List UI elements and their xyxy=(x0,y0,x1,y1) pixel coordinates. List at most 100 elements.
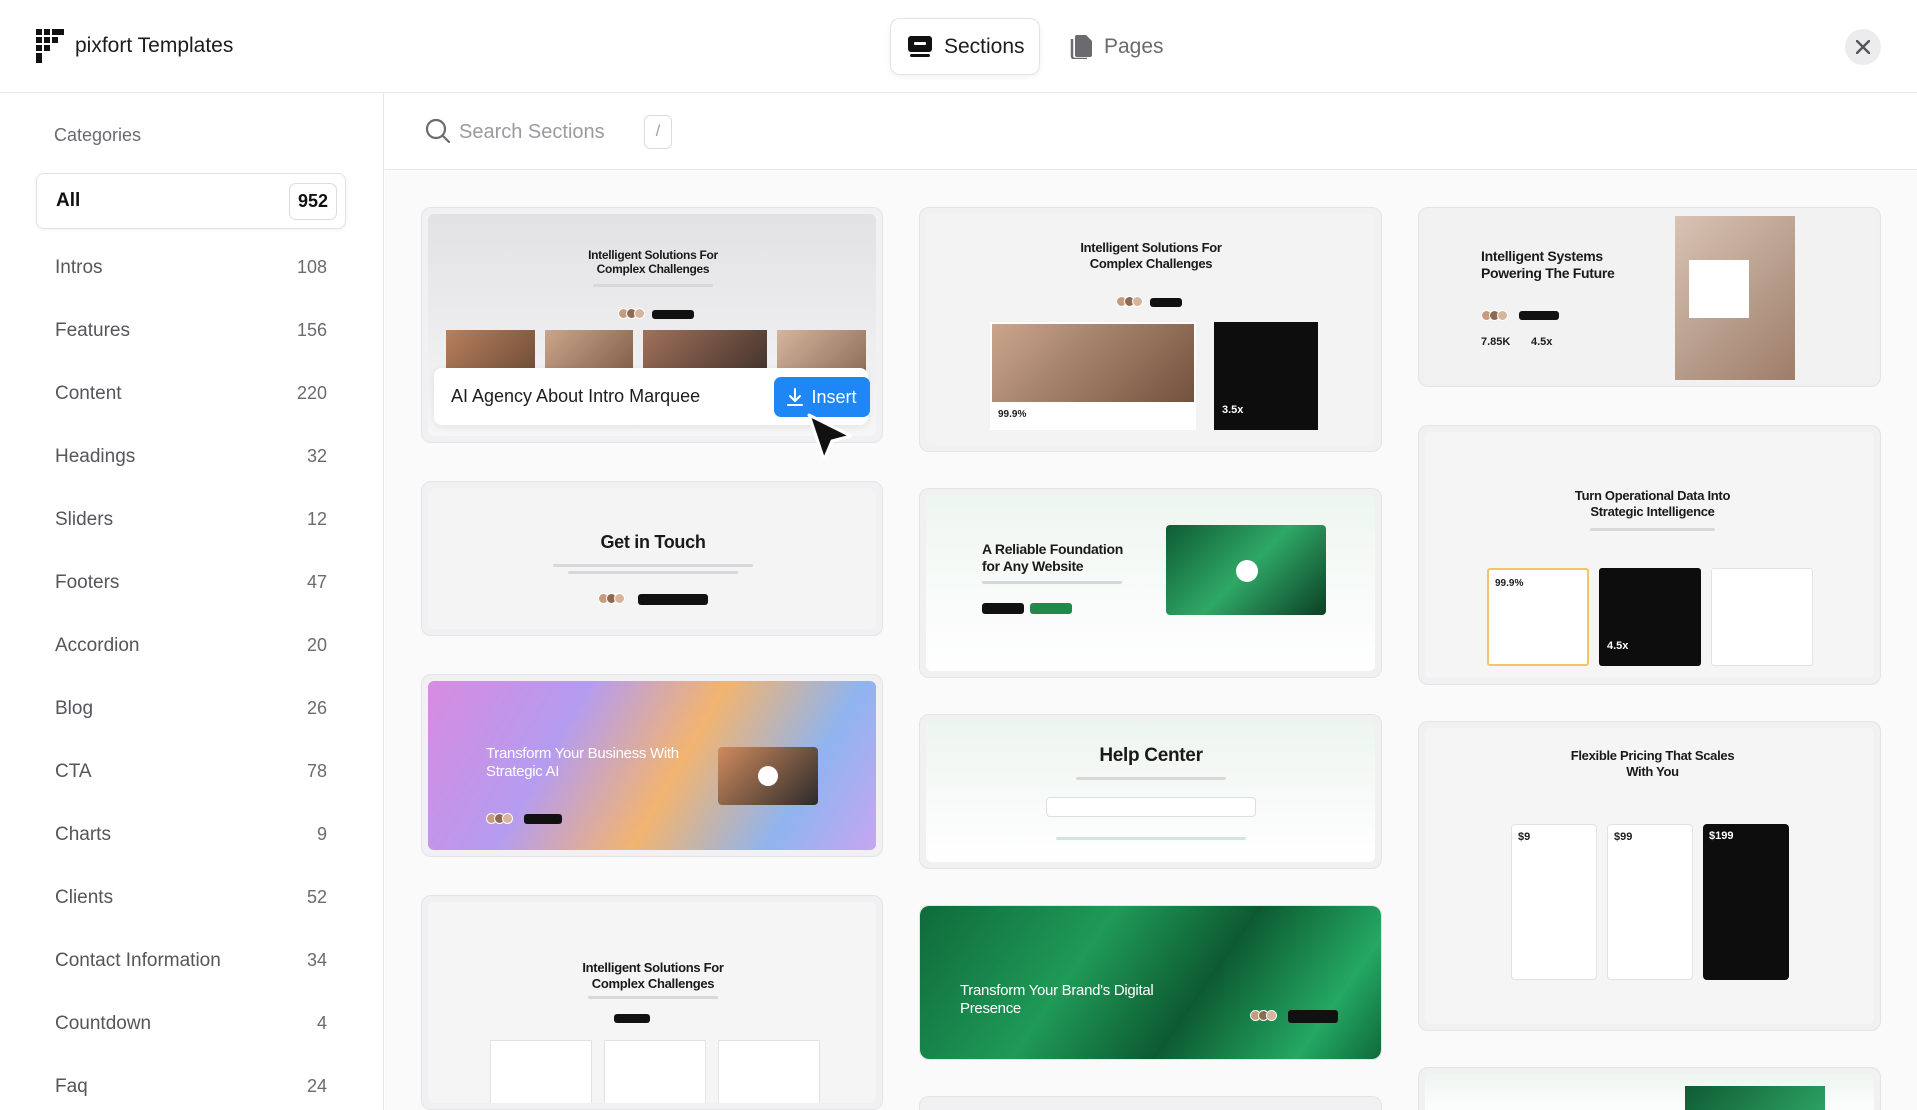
download-icon xyxy=(787,388,804,406)
search-shortcut-key: / xyxy=(644,115,672,149)
thumbnail-button xyxy=(638,594,708,605)
category-label: Headings xyxy=(55,445,136,467)
stat-value: 7.85K xyxy=(1481,336,1511,348)
thumbnail-title: Help Center xyxy=(1099,745,1203,766)
template-card-partial[interactable] xyxy=(919,1096,1382,1110)
top-header: pixfort Templates Sections Pages xyxy=(0,0,1917,93)
template-thumbnail: Transform Your Brand's Digital Presence xyxy=(920,906,1381,1059)
template-thumbnail: A Reliable Foundation for Any Website xyxy=(926,495,1375,671)
thumbnail-button xyxy=(524,814,562,824)
insert-button[interactable]: Insert xyxy=(774,377,870,417)
card-row xyxy=(490,1040,820,1103)
brand-name: pixfort Templates xyxy=(75,34,234,57)
play-icon xyxy=(758,766,778,786)
close-button[interactable] xyxy=(1845,29,1881,65)
category-item-footers[interactable]: Footers 47 xyxy=(36,551,346,614)
video-thumbnail xyxy=(1166,525,1326,615)
thumbnail-text xyxy=(568,571,738,574)
thumbnail-title: Transform Your Brand's Digital Presence xyxy=(960,982,1154,1017)
price-value: $199 xyxy=(1709,830,1734,842)
template-card-transform-brand[interactable]: Transform Your Brand's Digital Presence xyxy=(919,905,1382,1060)
thumbnail-button xyxy=(1288,1010,1338,1023)
template-card-get-in-touch[interactable]: Get in Touch xyxy=(421,481,883,636)
category-item-blog[interactable]: Blog 26 xyxy=(36,677,346,740)
thumbnail-title: Transform Your Business With Strategic A… xyxy=(486,745,679,780)
pixfort-logo-icon xyxy=(36,29,64,63)
template-card-reliable-foundation[interactable]: A Reliable Foundation for Any Website xyxy=(919,488,1382,678)
category-count: 9 xyxy=(316,824,327,844)
category-count: 4 xyxy=(316,1013,327,1033)
category-item-intros[interactable]: Intros 108 xyxy=(36,236,346,299)
template-name: AI Agency About Intro Marquee xyxy=(451,386,701,406)
search-bar: / xyxy=(385,94,1917,170)
category-item-all[interactable]: All 952 xyxy=(36,173,346,229)
category-count: 26 xyxy=(306,698,327,718)
categories-title: Categories xyxy=(54,125,142,145)
category-label: Features xyxy=(55,319,130,341)
category-label: Content xyxy=(55,382,122,404)
category-count: 24 xyxy=(306,1076,327,1096)
insert-label: Insert xyxy=(811,386,857,407)
thumbnail-title: Intelligent Solutions For Complex Challe… xyxy=(582,960,724,991)
thumbnail-text xyxy=(588,996,718,999)
category-label: Clients xyxy=(55,886,114,908)
category-list: All 952 Intros 108 Features 156 Content … xyxy=(36,173,346,1110)
template-card-intelligent-solutions-stats[interactable]: Intelligent Solutions For Complex Challe… xyxy=(919,207,1382,452)
template-card-ai-agency-about-intro-marquee[interactable]: Intelligent Solutions For Complex Challe… xyxy=(421,207,883,443)
thumbnail-text xyxy=(553,564,753,567)
template-card-help-center[interactable]: Help Center xyxy=(919,714,1382,869)
thumbnail-button xyxy=(1030,603,1072,614)
template-card-intelligent-solutions-cards[interactable]: Intelligent Solutions For Complex Challe… xyxy=(421,895,883,1110)
pricing-card: $99 xyxy=(1607,824,1693,980)
category-item-accordion[interactable]: Accordion 20 xyxy=(36,614,346,677)
price-value: $9 xyxy=(1518,831,1531,843)
category-count: 34 xyxy=(306,950,327,970)
stat-card xyxy=(1711,568,1813,666)
category-item-cta[interactable]: CTA 78 xyxy=(36,740,346,803)
video-thumbnail xyxy=(1685,1086,1825,1110)
category-count: 32 xyxy=(306,446,327,466)
thumbnail-title: Intelligent Solutions For Complex Challe… xyxy=(1080,240,1222,271)
category-count: 108 xyxy=(296,257,327,277)
tab-pages[interactable]: Pages xyxy=(1070,18,1180,75)
category-count: 52 xyxy=(306,887,327,907)
template-thumbnail: Help Center xyxy=(926,721,1375,862)
template-hover-bar: AI Agency About Intro Marquee Insert xyxy=(434,368,870,425)
category-label: Accordion xyxy=(55,634,140,656)
template-card-flexible-pricing[interactable]: Flexible Pricing That Scales With You $9… xyxy=(1418,721,1881,1031)
search-icon xyxy=(425,118,451,144)
category-item-sliders[interactable]: Sliders 12 xyxy=(36,488,346,551)
template-thumbnail: Turn Operational Data Into Strategic Int… xyxy=(1425,432,1874,678)
thumbnail-title: Turn Operational Data Into Strategic Int… xyxy=(1574,488,1731,519)
category-item-features[interactable]: Features 156 xyxy=(36,299,346,362)
category-count: 156 xyxy=(296,320,327,340)
template-card-partial[interactable] xyxy=(1418,1067,1881,1110)
thumbnail-title: Get in Touch xyxy=(600,532,706,552)
category-count: 20 xyxy=(306,635,327,655)
pages-icon xyxy=(1070,34,1092,59)
category-label: Footers xyxy=(55,571,120,593)
tab-sections[interactable]: Sections xyxy=(890,18,1040,75)
category-label: Blog xyxy=(55,697,94,719)
photo-panel: 99.9% xyxy=(990,322,1196,430)
dark-panel: 3.5x xyxy=(1214,322,1318,430)
template-thumbnail: Intelligent Solutions For Complex Challe… xyxy=(926,214,1375,445)
avatar-group xyxy=(1116,296,1143,307)
template-card-transform-business[interactable]: Transform Your Business With Strategic A… xyxy=(421,674,883,857)
category-count: 12 xyxy=(306,509,327,529)
category-item-clients[interactable]: Clients 52 xyxy=(36,866,346,929)
search-input[interactable] xyxy=(459,114,639,150)
category-item-countdown[interactable]: Countdown 4 xyxy=(36,992,346,1055)
category-label: Charts xyxy=(55,823,111,845)
category-item-content[interactable]: Content 220 xyxy=(36,362,346,425)
category-label: All xyxy=(56,190,81,211)
category-label: Sliders xyxy=(55,508,114,530)
category-item-headings[interactable]: Headings 32 xyxy=(36,425,346,488)
category-item-charts[interactable]: Charts 9 xyxy=(36,803,346,866)
template-card-intelligent-systems[interactable]: Intelligent Systems Powering The Future … xyxy=(1418,207,1881,387)
category-item-contact-information[interactable]: Contact Information 34 xyxy=(36,929,346,992)
template-card-operational-data[interactable]: Turn Operational Data Into Strategic Int… xyxy=(1418,425,1881,685)
thumbnail-title: A Reliable Foundation for Any Website xyxy=(982,541,1123,574)
category-item-faq[interactable]: Faq 24 xyxy=(36,1055,346,1110)
stat-card: 4.5x xyxy=(1599,568,1701,666)
